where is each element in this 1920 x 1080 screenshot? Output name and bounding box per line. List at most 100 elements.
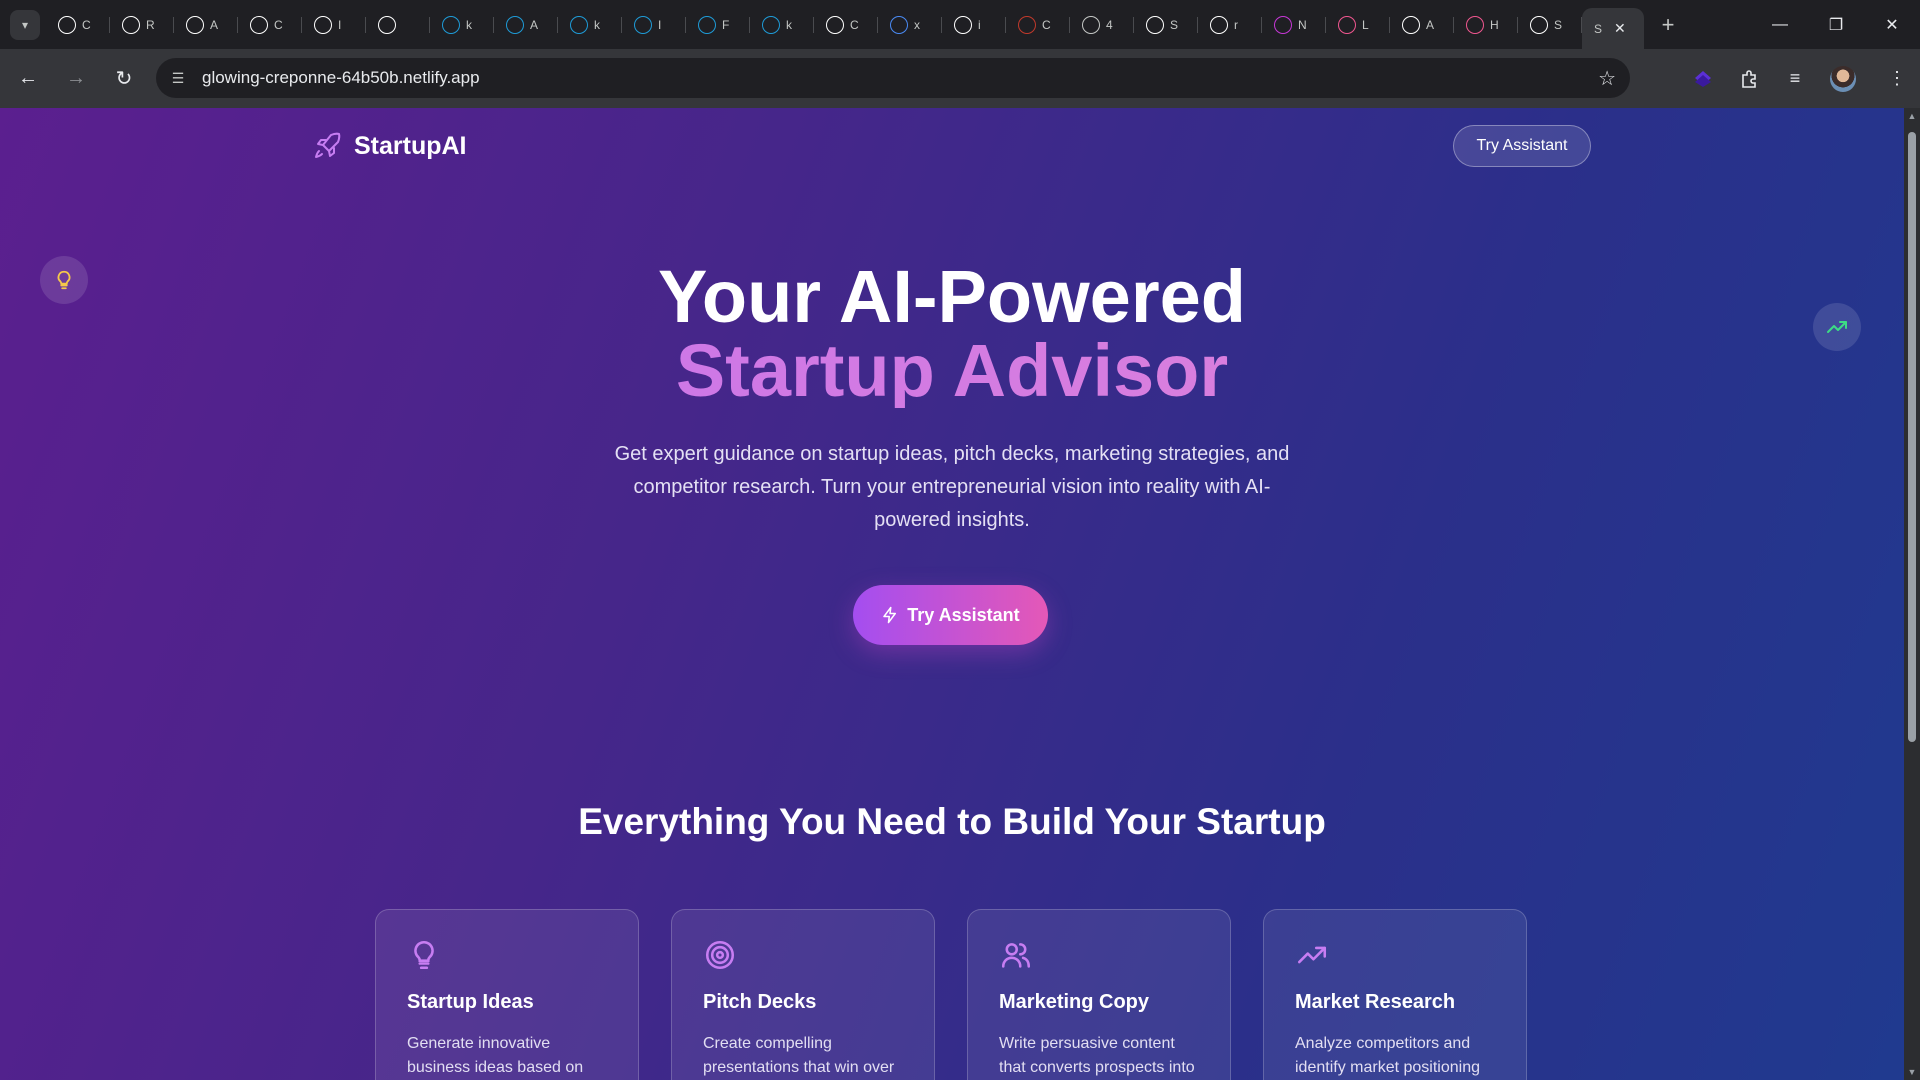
tab-title: A: [1426, 17, 1435, 32]
github-icon: [1402, 15, 1420, 34]
tab-title: I: [338, 17, 342, 32]
heart-app-icon: [1466, 15, 1484, 34]
puzzle-icon[interactable]: [1726, 56, 1772, 102]
url-text[interactable]: glowing-creponne-64b50b.netlify.app: [202, 68, 480, 88]
browser-tab[interactable]: A: [1390, 7, 1454, 43]
tab-active[interactable]: S ✕: [1582, 8, 1644, 49]
docs-icon: [890, 15, 908, 34]
browser-tab[interactable]: I: [622, 7, 686, 43]
hero-try-assistant-button[interactable]: Try Assistant: [853, 585, 1048, 645]
address-bar[interactable]: ☰ glowing-creponne-64b50b.netlify.app ☆: [156, 58, 1630, 98]
tab-title: A: [210, 17, 219, 32]
tab-title: r: [1234, 17, 1238, 32]
card-description: Create compelling presentations that win…: [703, 1035, 895, 1076]
tab-title: C: [274, 17, 283, 32]
zap-icon: [883, 606, 897, 624]
brand-name[interactable]: StartupAI: [354, 132, 467, 161]
avatar[interactable]: [1830, 65, 1856, 92]
tab-title: i: [978, 17, 981, 32]
tab-title: L: [1362, 17, 1369, 32]
tab-title: S: [1170, 17, 1179, 32]
browser-tab[interactable]: r: [1198, 7, 1262, 43]
browser-tab[interactable]: S: [1518, 7, 1582, 43]
browser-tab[interactable]: A: [174, 7, 238, 43]
feature-card-pitch-decks[interactable]: Pitch Decks Create compelling presentati…: [671, 909, 935, 1080]
page-scrollbar[interactable]: ▲ ▼: [1904, 108, 1920, 1080]
browser-tab[interactable]: A: [494, 7, 558, 43]
feature-card-marketing-copy[interactable]: Marketing Copy Write persuasive content …: [967, 909, 1231, 1080]
browser-tab[interactable]: H: [1454, 7, 1518, 43]
card-description: Generate innovative business ideas based…: [407, 1035, 584, 1076]
tab-strip: ▾ C R A C Ik Ak I Fk Cx i C 4 Sr N L A H S S ✕ + — ❐ ✕: [0, 0, 1920, 49]
github-icon: [58, 15, 76, 34]
close-window-button[interactable]: ✕: [1864, 0, 1920, 49]
browser-tab[interactable]: k: [558, 7, 622, 43]
menu-icon[interactable]: ⋮: [1874, 56, 1920, 102]
heart-app-icon: [1338, 15, 1356, 34]
n-logo-icon: [1146, 15, 1164, 34]
card-title: Startup Ideas: [407, 991, 534, 1013]
forward-button[interactable]: →: [56, 59, 96, 99]
restore-button[interactable]: ❐: [1808, 0, 1864, 49]
browser-tab[interactable]: L: [1326, 7, 1390, 43]
browser-tab[interactable]: x: [878, 7, 942, 43]
toolbar-actions: ≡ ⋮: [1680, 49, 1920, 108]
k-logo-icon: [442, 15, 460, 34]
openai-icon: [186, 15, 204, 34]
new-tab-button[interactable]: +: [1650, 7, 1686, 43]
b-logo-icon: [1530, 15, 1548, 34]
minimize-button[interactable]: —: [1752, 0, 1808, 49]
browser-tab[interactable]: I: [302, 7, 366, 43]
browser-tab[interactable]: 4: [1070, 7, 1134, 43]
m-logo-icon: [1274, 15, 1292, 34]
scrollbar-thumb[interactable]: [1908, 132, 1916, 742]
media-control-icon[interactable]: ≡: [1772, 56, 1818, 102]
browser-tab[interactable]: C: [238, 7, 302, 43]
tab-title: R: [146, 17, 155, 32]
site-info-icon[interactable]: ☰: [158, 58, 198, 98]
tab-title: N: [1298, 17, 1307, 32]
nav-try-assistant-button[interactable]: Try Assistant: [1453, 125, 1591, 167]
scroll-up-icon[interactable]: ▲: [1907, 111, 1917, 121]
tab-title: C: [850, 17, 859, 32]
hero-subtitle: Get expert guidance on startup ideas, pi…: [614, 443, 1290, 531]
browser-tab[interactable]: k: [430, 7, 494, 43]
browser-tab[interactable]: k: [750, 7, 814, 43]
k-logo-icon: [698, 15, 716, 34]
card-title: Pitch Decks: [703, 991, 817, 1013]
openai-icon: [250, 15, 268, 34]
browser-tab[interactable]: C: [1006, 7, 1070, 43]
site-header: StartupAI: [312, 130, 467, 162]
hero-title-line1: Your AI-Powered: [658, 255, 1246, 338]
page-viewport: StartupAI Try Assistant Your AI-Powered …: [0, 108, 1904, 1080]
browser-tab[interactable]: R: [110, 7, 174, 43]
hero-title-line2: Startup Advisor: [0, 334, 1904, 408]
feature-card-market-research[interactable]: Market Research Analyze competitors and …: [1263, 909, 1527, 1080]
reload-button[interactable]: ↻: [104, 59, 144, 99]
browser-tab[interactable]: i: [942, 7, 1006, 43]
tab-title: S: [1594, 21, 1603, 36]
tab-title: 4: [1106, 17, 1113, 32]
back-button[interactable]: ←: [8, 59, 48, 99]
browser-tab[interactable]: C: [814, 7, 878, 43]
window-controls: — ❐ ✕: [1752, 0, 1920, 49]
extension-icon[interactable]: [1680, 56, 1726, 102]
k-logo-icon: [506, 15, 524, 34]
tab-search-button[interactable]: ▾: [10, 9, 40, 40]
close-icon[interactable]: ✕: [1614, 20, 1626, 37]
speaker-icon: [378, 15, 396, 34]
shield-app-icon: [1018, 15, 1036, 34]
browser-tab[interactable]: F: [686, 7, 750, 43]
card-description: Analyze competitors and identify market …: [1295, 1035, 1480, 1076]
browser-tab[interactable]: C: [46, 7, 110, 43]
browser-tab[interactable]: S: [1134, 7, 1198, 43]
browser-tab[interactable]: N: [1262, 7, 1326, 43]
features-title: Everything You Need to Build Your Startu…: [578, 801, 1326, 842]
tab-title: k: [786, 17, 792, 32]
bookmark-star-icon[interactable]: ☆: [1598, 66, 1616, 91]
openai-icon: [122, 15, 140, 34]
feature-card-startup-ideas[interactable]: Startup Ideas Generate innovative busine…: [375, 909, 639, 1080]
browser-tab[interactable]: [366, 7, 430, 43]
rocket-icon: [315, 132, 341, 158]
scroll-down-icon[interactable]: ▼: [1907, 1067, 1917, 1077]
